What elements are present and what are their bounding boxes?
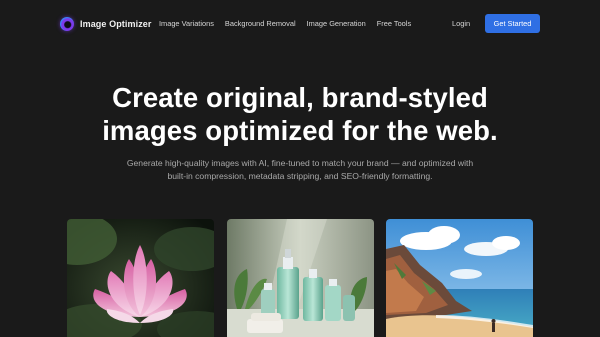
- hero-title-line-1: Create original, brand-styled: [112, 82, 488, 113]
- hero-title-line-2: images optimized for the web.: [102, 115, 498, 146]
- coastal-beach-image: [386, 219, 533, 337]
- brand-name: Image Optimizer: [80, 19, 152, 29]
- gallery-card-lotus[interactable]: [67, 219, 214, 337]
- nav-link-image-generation[interactable]: Image Generation: [307, 19, 366, 28]
- cosmetic-bottles-image: [227, 219, 374, 337]
- gallery-card-beach[interactable]: [386, 219, 533, 337]
- lotus-image: [67, 219, 214, 337]
- logo-icon: [60, 17, 74, 31]
- hero-title: Create original, brand-styled images opt…: [0, 81, 600, 147]
- hero-subtitle: Generate high-quality images with AI, fi…: [126, 158, 474, 182]
- nav-link-free-tools[interactable]: Free Tools: [377, 19, 411, 28]
- nav-link-image-variations[interactable]: Image Variations: [159, 19, 214, 28]
- get-started-button[interactable]: Get Started: [485, 14, 540, 33]
- nav-links: Image Variations Background Removal Imag…: [159, 19, 411, 28]
- login-link[interactable]: Login: [452, 19, 470, 28]
- brand-logo-link[interactable]: Image Optimizer: [60, 15, 152, 33]
- top-navbar: Image Optimizer Image Variations Backgro…: [0, 0, 600, 48]
- gallery-card-bottles[interactable]: [227, 219, 374, 337]
- nav-link-background-removal[interactable]: Background Removal: [225, 19, 296, 28]
